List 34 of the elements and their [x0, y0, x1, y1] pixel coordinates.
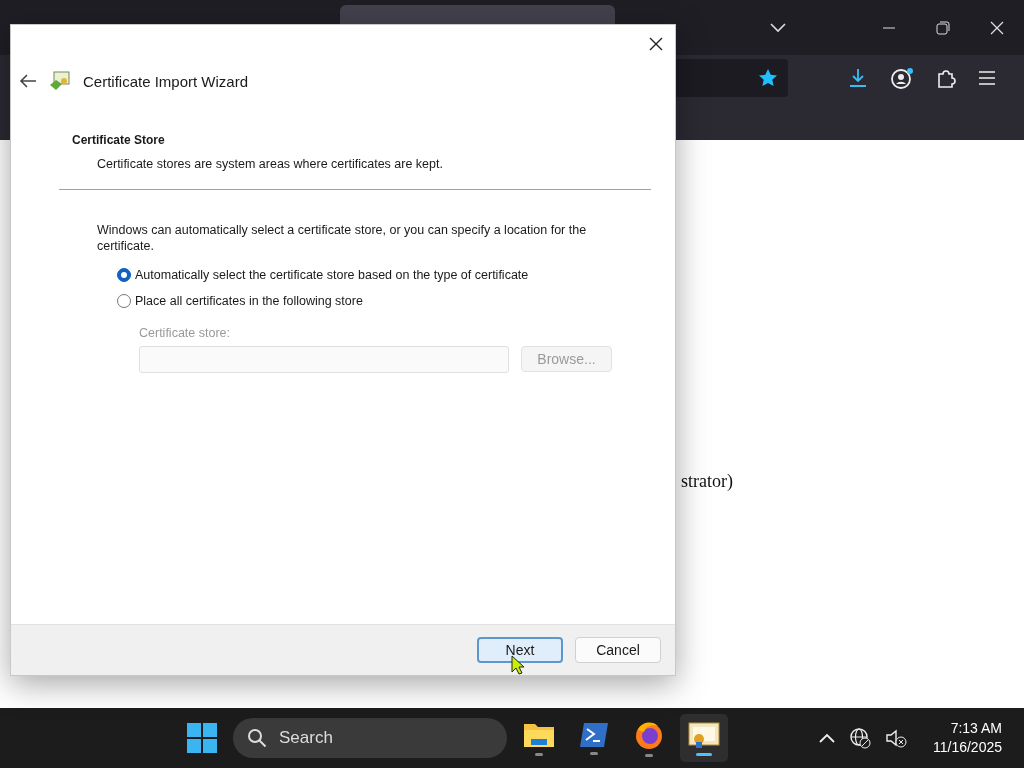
cursor-icon	[511, 655, 525, 675]
chevron-up-icon[interactable]	[818, 733, 835, 743]
search-icon	[247, 728, 267, 748]
download-icon[interactable]	[848, 67, 868, 88]
radio-button[interactable]	[117, 294, 131, 308]
radio-button[interactable]	[117, 268, 131, 282]
chevron-down-icon[interactable]	[770, 22, 786, 33]
section-subheading: Certificate stores are system areas where certificates are kept.	[97, 157, 444, 171]
dialog-title: Certificate Import Wizard	[83, 72, 249, 90]
clock-date: 11/16/2025	[932, 738, 1002, 757]
speaker-muted-icon[interactable]	[884, 728, 907, 748]
menu-icon[interactable]	[978, 69, 996, 86]
puzzle-icon[interactable]	[936, 67, 956, 88]
star-icon[interactable]	[758, 67, 778, 88]
page-text: strator)	[681, 471, 733, 492]
field-label: Certificate store:	[139, 326, 231, 340]
section-heading: Certificate Store	[72, 133, 166, 147]
radio-label[interactable]: Automatically select the certificate store based on the type of certificate	[135, 268, 529, 282]
back-arrow-icon[interactable]	[19, 73, 37, 89]
certificate-icon	[49, 70, 71, 92]
next-button[interactable]: Next	[477, 637, 563, 663]
cancel-button[interactable]: Cancel	[575, 637, 661, 663]
close-icon[interactable]	[649, 37, 663, 51]
globe-icon[interactable]	[848, 727, 871, 749]
restore-icon[interactable]	[936, 20, 950, 35]
clock-time: 7:13 AM	[950, 719, 1002, 738]
taskbar-app[interactable]	[680, 714, 728, 762]
radio-label[interactable]: Place all certificates in the following store	[135, 294, 363, 308]
account-icon[interactable]	[890, 66, 914, 89]
start-icon[interactable]	[187, 723, 217, 753]
terminal-icon	[579, 721, 609, 748]
certificate-icon	[688, 720, 720, 749]
search-field[interactable]: Search	[233, 718, 507, 758]
description-text: Windows can automatically select a certificate store, or you can specify a location for the certificate.	[97, 222, 588, 254]
